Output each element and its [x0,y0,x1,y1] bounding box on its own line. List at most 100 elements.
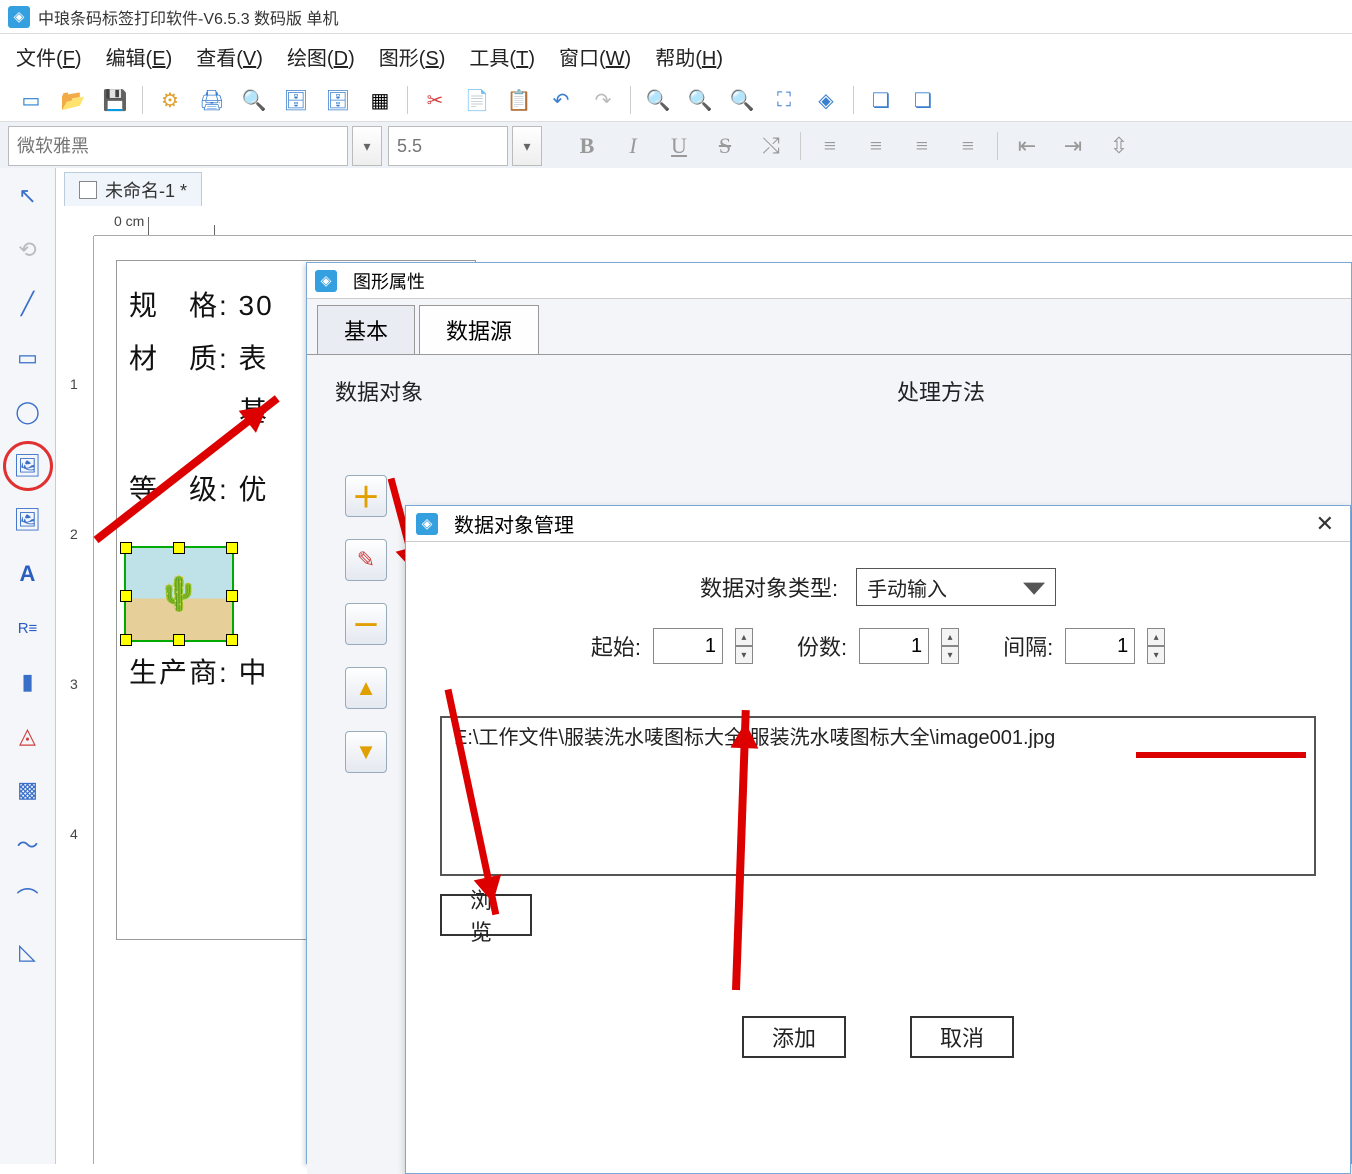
menu-help[interactable]: 帮助(H) [655,42,723,71]
start-input[interactable] [653,628,723,664]
qr-tool-icon[interactable]: ▩ [8,770,48,810]
dialog-icon: ◈ [416,513,438,535]
ruler-vertical: 1 2 3 4 [66,236,94,1164]
bring-front-icon[interactable]: ❏ [864,83,898,117]
menu-file[interactable]: 文件(F) [16,42,82,71]
rotate-tool-icon[interactable]: ⟲ [8,230,48,270]
menu-graphic[interactable]: 图形(S) [379,42,446,71]
type-select-value: 手动输入 [867,573,947,602]
font-family-input[interactable] [8,126,348,166]
image-tool-icon[interactable]: 🖼 [8,446,48,486]
italic-button[interactable]: I [612,126,654,166]
underline-button[interactable]: U [658,126,700,166]
zoom-out-icon[interactable]: 🔍 [683,83,717,117]
data-object-buttons: ＋ ✎ － ▲ ▼ [345,475,387,773]
section-data-object: 数据对象 [335,375,423,407]
spacing-icon[interactable]: ⇳ [1098,126,1140,166]
richtext-tool-icon[interactable]: R≡ [8,608,48,648]
interval-spinner[interactable]: ▴▾ [1147,628,1165,664]
cut-icon[interactable]: ✂ [418,83,452,117]
indent-icon[interactable]: ⇤ [1006,126,1048,166]
barcode-tool-icon[interactable]: ▮ [8,662,48,702]
document-tab[interactable]: 未命名-1 * [64,172,202,206]
grid-icon[interactable]: ▦ [363,83,397,117]
tab-basic[interactable]: 基本 [317,305,415,354]
copy-icon[interactable]: 📄 [460,83,494,117]
selected-image[interactable]: 🌵 [124,546,234,642]
move-down-button[interactable]: ▼ [345,731,387,773]
rect-tool-icon[interactable]: ▭ [8,338,48,378]
fit-page-icon[interactable]: ◈ [809,83,843,117]
properties-titlebar[interactable]: ◈ 图形属性 [307,263,1351,299]
bold-button[interactable]: B [566,126,608,166]
type-label: 数据对象类型: [700,571,838,603]
database-sync-icon[interactable]: 🗄 [321,83,355,117]
close-icon[interactable]: ✕ [1310,511,1340,537]
align-left-icon[interactable]: ≡ [809,126,851,166]
path-textarea[interactable]: E:\工作文件\服装洗水唛图标大全\服装洗水唛图标大全\image001.jpg [440,716,1316,876]
window-icon [79,181,97,199]
undo-icon[interactable]: ↶ [544,83,578,117]
line-tool-icon[interactable]: ╱ [8,284,48,324]
align-center-icon[interactable]: ≡ [855,126,897,166]
add-button[interactable]: 添加 [742,1016,846,1058]
font-size-dropdown-icon[interactable]: ▾ [512,126,542,166]
outdent-icon[interactable]: ⇥ [1052,126,1094,166]
curve-tool-icon[interactable]: 〜 [8,824,48,864]
pointer-tool-icon[interactable]: ↖ [8,176,48,216]
dialog-titlebar[interactable]: ◈ 数据对象管理 ✕ [406,506,1350,542]
edit-object-button[interactable]: ✎ [345,539,387,581]
zoom-reset-icon[interactable]: 🔍 [725,83,759,117]
start-spinner[interactable]: ▴▾ [735,628,753,664]
preview-icon[interactable]: 🔍 [237,83,271,117]
annotation-underline [1136,752,1306,758]
menu-view[interactable]: 查看(V) [196,42,263,71]
type-select[interactable]: 手动输入 [856,568,1056,606]
save-icon[interactable]: 💾 [98,83,132,117]
dialog-title: 数据对象管理 [454,509,574,538]
add-object-button[interactable]: ＋ [345,475,387,517]
menu-tools[interactable]: 工具(T) [469,42,535,71]
polygon-tool-icon[interactable]: ◺ [8,932,48,972]
main-toolbar: ▭ 📂 💾 ⚙ 🖨 🔍 🗄 🗄 ▦ ✂ 📄 📋 ↶ ↷ 🔍 🔍 🔍 ⛶ ◈ ❏ … [0,79,1352,121]
fit-screen-icon[interactable]: ⛶ [767,83,801,117]
align-right-icon[interactable]: ≡ [901,126,943,166]
open-icon[interactable]: 📂 [56,83,90,117]
interval-label: 间隔: [1003,630,1053,662]
menu-edit[interactable]: 编辑(E) [106,42,173,71]
copies-input[interactable] [859,628,929,664]
direction-button[interactable]: ⤭ [750,126,792,166]
gear-icon[interactable]: ⚙ [153,83,187,117]
start-label: 起始: [591,630,641,662]
remove-object-button[interactable]: － [345,603,387,645]
paste-icon[interactable]: 📋 [502,83,536,117]
format-bar: ▾ ▾ B I U S ⤭ ≡ ≡ ≡ ≡ ⇤ ⇥ ⇳ [0,121,1352,171]
app-icon: ◈ [8,6,30,28]
arc-tool-icon[interactable]: ⌒ [8,878,48,918]
cancel-button[interactable]: 取消 [910,1016,1014,1058]
ellipse-tool-icon[interactable]: ◯ [8,392,48,432]
new-doc-icon[interactable]: ▭ [14,83,48,117]
copies-spinner[interactable]: ▴▾ [941,628,959,664]
zoom-in-icon[interactable]: 🔍 [641,83,675,117]
tab-datasource[interactable]: 数据源 [419,305,539,354]
send-back-icon[interactable]: ❏ [906,83,940,117]
text-tool-icon[interactable]: A [8,554,48,594]
interval-input[interactable] [1065,628,1135,664]
menu-draw[interactable]: 绘图(D) [287,42,355,71]
database-icon[interactable]: 🗄 [279,83,313,117]
align-justify-icon[interactable]: ≡ [947,126,989,166]
title-bar: ◈ 中琅条码标签打印软件-V6.5.3 数码版 单机 [0,0,1352,34]
redo-icon[interactable]: ↷ [586,83,620,117]
print-icon[interactable]: 🖨 [195,83,229,117]
strike-button[interactable]: S [704,126,746,166]
properties-icon: ◈ [315,270,337,292]
font-family-dropdown-icon[interactable]: ▾ [352,126,382,166]
ruler-v-3: 3 [70,676,78,692]
qrcode-tool-icon[interactable]: ◬ [8,716,48,756]
image2-tool-icon[interactable]: 🖼 [8,500,48,540]
move-up-button[interactable]: ▲ [345,667,387,709]
font-size-input[interactable] [388,126,508,166]
properties-tabs: 基本 数据源 [307,299,1351,354]
menu-window[interactable]: 窗口(W) [559,42,631,71]
